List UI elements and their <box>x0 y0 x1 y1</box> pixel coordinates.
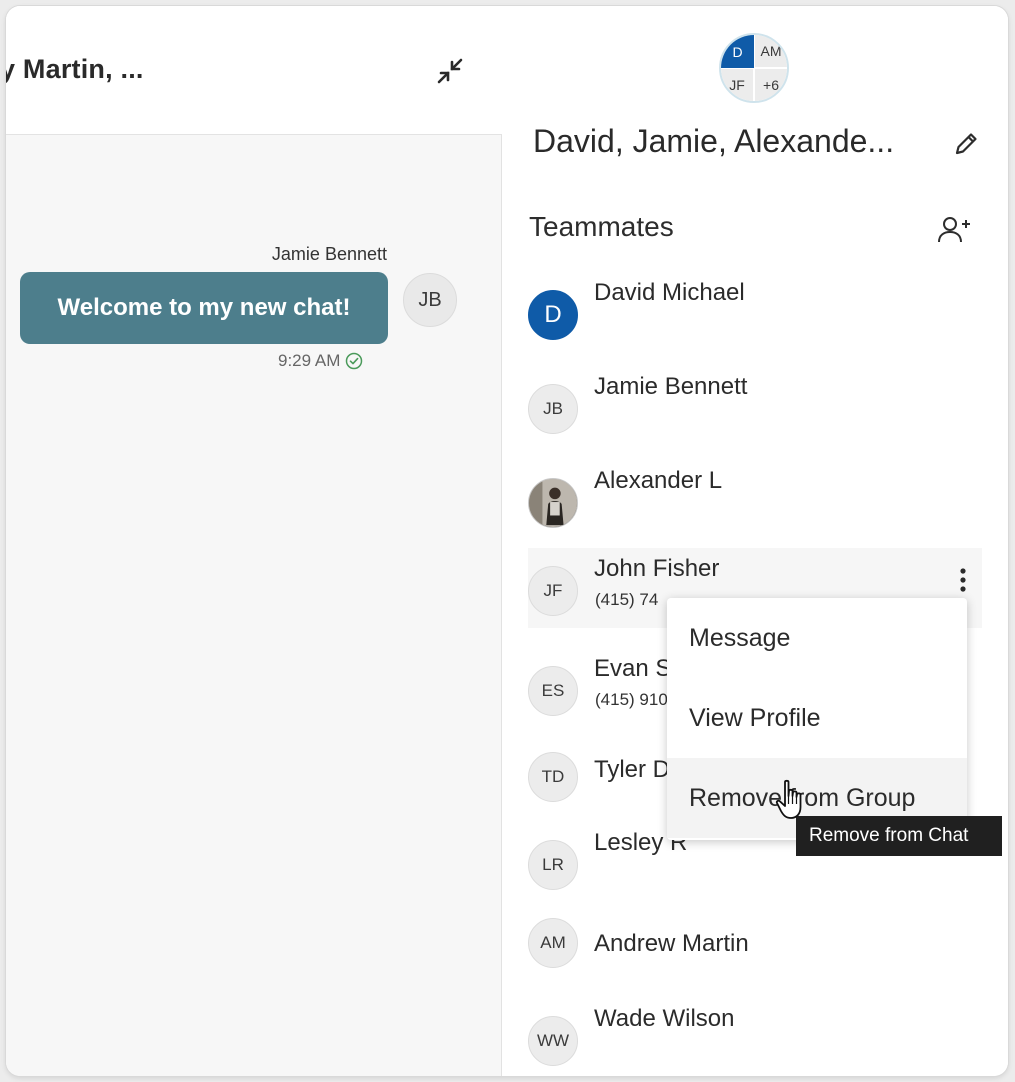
member-name: Evan S <box>594 655 672 682</box>
member-name: Tyler D <box>594 756 671 783</box>
member-context-menu: Message View Profile Remove from Group <box>667 598 967 840</box>
member-more-button[interactable] <box>948 562 978 598</box>
chat-header: y Martin, ... <box>6 6 502 135</box>
member-item[interactable]: D David Michael <box>528 272 982 352</box>
message-meta: 9:29 AM <box>278 351 363 371</box>
teammates-heading: Teammates <box>529 211 674 242</box>
member-phone: (415) 910 <box>595 690 668 709</box>
member-avatar: D <box>528 290 578 340</box>
message-text: Welcome to my new chat! <box>57 294 351 321</box>
app-window: y Martin, ... Jamie Bennett Welcome to m… <box>6 6 1008 1076</box>
member-name: John Fisher <box>594 555 720 582</box>
member-photo-avatar <box>528 478 578 528</box>
member-name: Alexander L <box>594 467 723 494</box>
group-avatar-q2: AM <box>754 35 787 68</box>
member-avatar: WW <box>528 1016 578 1066</box>
member-avatar: ES <box>528 666 578 716</box>
add-member-button[interactable] <box>935 210 975 250</box>
member-name: Andrew Martin <box>594 930 749 957</box>
group-details-pane: D AM JF +6 David, Jamie, Alexande... Tea… <box>503 6 1008 1076</box>
member-phone: (415) 74 <box>595 590 659 609</box>
member-avatar: LR <box>528 840 578 890</box>
menu-item-message[interactable]: Message <box>667 598 967 678</box>
add-person-icon <box>938 217 970 243</box>
chat-pane: y Martin, ... Jamie Bennett Welcome to m… <box>6 6 502 1076</box>
kebab-menu-icon <box>960 568 966 592</box>
collapse-button[interactable] <box>430 51 470 91</box>
group-avatar-q1: D <box>721 35 754 68</box>
chat-title: y Martin, ... <box>6 54 144 84</box>
member-item[interactable]: WW Wade Wilson <box>528 998 982 1076</box>
tooltip: Remove from Chat <box>796 816 1002 856</box>
member-item[interactable]: AM Andrew Martin <box>528 906 982 986</box>
member-avatar: AM <box>528 918 578 968</box>
member-name: Jamie Bennett <box>594 373 748 400</box>
member-avatar: TD <box>528 752 578 802</box>
member-avatar: JF <box>528 566 578 616</box>
member-name: Wade Wilson <box>594 1005 735 1032</box>
hand-pointer-icon <box>775 779 802 819</box>
person-photo-icon <box>529 479 577 527</box>
message-avatar[interactable]: JB <box>403 273 457 327</box>
member-name: David Michael <box>594 279 745 306</box>
pencil-icon <box>955 133 977 155</box>
message-sender: Jamie Bennett <box>271 244 387 264</box>
member-item[interactable]: JB Jamie Bennett <box>528 366 982 446</box>
member-item[interactable]: Alexander L <box>528 460 982 540</box>
group-avatar: D AM JF +6 <box>719 33 789 103</box>
group-avatar-q3: JF <box>721 68 754 101</box>
member-avatar: JB <box>528 384 578 434</box>
message-bubble[interactable]: Welcome to my new chat! <box>20 272 388 344</box>
collapse-arrows-icon <box>437 58 463 84</box>
group-avatar-q4: +6 <box>754 68 787 101</box>
menu-item-view-profile[interactable]: View Profile <box>667 678 967 758</box>
message-time: 9:29 AM <box>278 351 341 370</box>
group-name: David, Jamie, Alexande... <box>533 123 895 159</box>
edit-group-name-button[interactable] <box>948 126 984 162</box>
check-circle-icon <box>346 352 363 370</box>
